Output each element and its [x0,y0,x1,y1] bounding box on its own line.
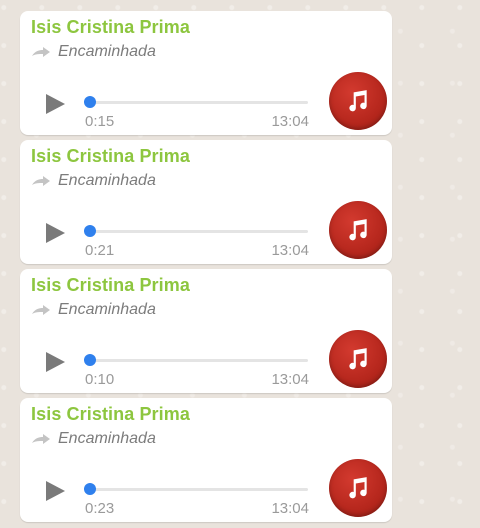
play-button[interactable] [44,222,66,244]
play-button[interactable] [44,93,66,115]
chat-message-list: Isis Cristina Prima Encaminhada 0:15 13:… [0,0,480,528]
audio-avatar [329,72,387,130]
forwarded-indicator: Encaminhada [30,42,156,62]
forward-arrow-icon [32,47,50,57]
sender-name: Isis Cristina Prima [31,146,190,166]
audio-progress-knob[interactable] [84,96,96,108]
play-icon [46,352,65,372]
audio-progress-knob[interactable] [84,225,96,237]
forwarded-label: Encaminhada [58,43,156,60]
forwarded-label: Encaminhada [58,430,156,447]
voice-message-bubble[interactable]: Isis Cristina Prima Encaminhada 0:10 13:… [20,269,392,393]
audio-avatar [329,459,387,517]
forwarded-label: Encaminhada [58,172,156,189]
sender-name: Isis Cristina Prima [31,404,190,424]
audio-progress-track[interactable] [88,488,308,491]
audio-progress-track[interactable] [88,359,308,362]
audio-elapsed-time: 0:15 [85,113,115,130]
music-note-icon [349,90,367,112]
voice-message-bubble[interactable]: Isis Cristina Prima Encaminhada 0:21 13:… [20,140,392,264]
message-timestamp: 13:04 [271,242,309,259]
sender-name: Isis Cristina Prima [31,275,190,295]
play-button[interactable] [44,480,66,502]
audio-elapsed-time: 0:21 [85,242,115,259]
message-timestamp: 13:04 [271,500,309,517]
play-button[interactable] [44,351,66,373]
audio-progress-track[interactable] [88,101,308,104]
music-note-icon [349,477,367,499]
voice-message-bubble[interactable]: Isis Cristina Prima Encaminhada 0:23 13:… [20,398,392,522]
audio-progress-track[interactable] [88,230,308,233]
forwarded-label: Encaminhada [58,301,156,318]
audio-progress-knob[interactable] [84,354,96,366]
audio-avatar [329,330,387,388]
music-note-icon [349,219,367,241]
forward-arrow-icon [32,305,50,315]
message-timestamp: 13:04 [271,113,309,130]
forward-arrow-icon [32,176,50,186]
audio-progress-knob[interactable] [84,483,96,495]
forwarded-indicator: Encaminhada [30,171,156,191]
message-timestamp: 13:04 [271,371,309,388]
audio-elapsed-time: 0:23 [85,500,115,517]
forward-arrow-icon [32,434,50,444]
sender-name: Isis Cristina Prima [31,17,190,37]
forwarded-indicator: Encaminhada [30,300,156,320]
play-icon [46,481,65,501]
music-note-icon [349,348,367,370]
play-icon [46,223,65,243]
forwarded-indicator: Encaminhada [30,429,156,449]
audio-elapsed-time: 0:10 [85,371,115,388]
voice-message-bubble[interactable]: Isis Cristina Prima Encaminhada 0:15 13:… [20,11,392,135]
audio-avatar [329,201,387,259]
play-icon [46,94,65,114]
